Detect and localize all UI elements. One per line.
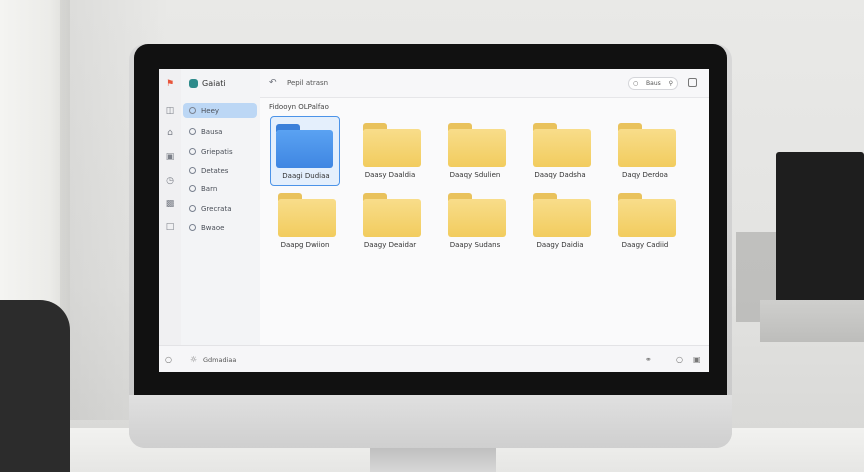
calendar-icon[interactable]: ▩ bbox=[165, 199, 175, 209]
folder-name: Daapy Sudans bbox=[449, 241, 501, 249]
circle-icon bbox=[189, 167, 196, 174]
search-field[interactable]: ○ Baus ⚲ bbox=[628, 77, 678, 90]
folder-item[interactable]: Daagi Dudiaa bbox=[270, 116, 340, 186]
office-chair bbox=[0, 300, 70, 472]
sync-icon[interactable]: ☼ bbox=[190, 355, 197, 364]
circle-icon bbox=[189, 128, 196, 135]
folder-name: Daaqy Dadsha bbox=[534, 171, 586, 179]
search-label: Baus bbox=[646, 80, 661, 87]
folder-name: Daaqy Sdulien bbox=[449, 171, 501, 179]
chat-icon[interactable]: □ bbox=[165, 222, 175, 232]
sidebar: Gaiati Heey Bausa Griepatis Detates Barn… bbox=[181, 69, 261, 372]
folder-item[interactable]: Daagy Deaidar bbox=[355, 186, 425, 256]
back-icon[interactable]: ↶ bbox=[269, 78, 277, 88]
share-icon[interactable]: ⚭ bbox=[645, 355, 652, 364]
monitor-chin bbox=[129, 395, 732, 448]
power-icon[interactable]: ○ bbox=[165, 355, 172, 364]
monitor-stand bbox=[370, 448, 496, 472]
book-icon[interactable]: ◫ bbox=[165, 106, 175, 116]
folder-name: Daapg Dwiion bbox=[280, 241, 330, 249]
circle-icon bbox=[189, 224, 196, 231]
folder-name: Daagi Dudiaa bbox=[282, 172, 330, 180]
sidebar-item-3[interactable]: Griepatis bbox=[183, 144, 257, 159]
sidebar-item-5[interactable]: Barn bbox=[183, 181, 257, 196]
folder-name: Daqy Derdoa bbox=[622, 171, 668, 179]
circle-icon bbox=[189, 148, 196, 155]
sidebar-item-2[interactable]: Bausa bbox=[183, 124, 257, 139]
app-rail: ⚑ ◫ ⌂ ▣ ◷ ▩ □ ◉ bbox=[159, 69, 182, 372]
app-title: Gaiati bbox=[202, 79, 226, 88]
app-icon bbox=[189, 79, 198, 88]
folder-item[interactable]: Daqy Derdoa bbox=[610, 116, 680, 186]
toolbar: ↶ Pepil atrasn ○ Baus ⚲ bbox=[260, 69, 709, 98]
folder-item[interactable]: Daaqy Sdulien bbox=[440, 116, 510, 186]
folder-name: Daagy Deaidar bbox=[363, 241, 417, 249]
search-icon: ⚲ bbox=[668, 80, 673, 87]
main-pane: ↶ Pepil atrasn ○ Baus ⚲ Fidooyn OLPalfao… bbox=[260, 69, 709, 372]
info-icon[interactable]: ○ bbox=[676, 355, 683, 364]
breadcrumb: Fidooyn OLPalfao bbox=[269, 103, 329, 111]
sidebar-item-1[interactable]: Heey bbox=[183, 103, 257, 118]
folder-name: Daasy Daaldia bbox=[364, 171, 416, 179]
view-toggle-icon[interactable] bbox=[688, 78, 697, 87]
folder-item[interactable]: Daagy Cadiid bbox=[610, 186, 680, 256]
circle-icon bbox=[189, 185, 196, 192]
filter-icon: ○ bbox=[633, 80, 639, 87]
background-monitor-stand bbox=[760, 300, 864, 342]
status-text: Gdmadiaa bbox=[203, 356, 237, 364]
folder-item[interactable]: Daaqy Dadsha bbox=[525, 116, 595, 186]
sidebar-item-7[interactable]: Bwaoe bbox=[183, 220, 257, 235]
folder-item[interactable]: Daagy Daidia bbox=[525, 186, 595, 256]
status-bar: ○ ☼ Gdmadiaa ⚭ ○ ▣ bbox=[159, 345, 709, 372]
file-manager-window: ⚑ ◫ ⌂ ▣ ◷ ▩ □ ◉ Gaiati Heey Bausa Griepa… bbox=[159, 69, 709, 372]
folder-item[interactable]: Daapg Dwiion bbox=[270, 186, 340, 256]
background-monitor bbox=[776, 152, 864, 308]
folder-item[interactable]: Daasy Daaldia bbox=[355, 116, 425, 186]
circle-icon bbox=[189, 205, 196, 212]
home-icon[interactable]: ⌂ bbox=[165, 128, 175, 138]
folder-name: Daagy Daidia bbox=[536, 241, 584, 249]
folder-item[interactable]: Daapy Sudans bbox=[440, 186, 510, 256]
sidebar-item-6[interactable]: Grecrata bbox=[183, 201, 257, 216]
trash-icon[interactable]: ▣ bbox=[693, 355, 701, 364]
sidebar-title: Gaiati bbox=[189, 79, 226, 88]
folder-name: Daagy Cadiid bbox=[621, 241, 669, 249]
app-logo-icon[interactable]: ⚑ bbox=[165, 79, 175, 89]
document-icon[interactable]: ▣ bbox=[165, 152, 175, 162]
clock-icon[interactable]: ◷ bbox=[165, 176, 175, 186]
circle-icon bbox=[189, 107, 196, 114]
sidebar-item-4[interactable]: Detates bbox=[183, 163, 257, 178]
location-label: Pepil atrasn bbox=[287, 79, 329, 87]
